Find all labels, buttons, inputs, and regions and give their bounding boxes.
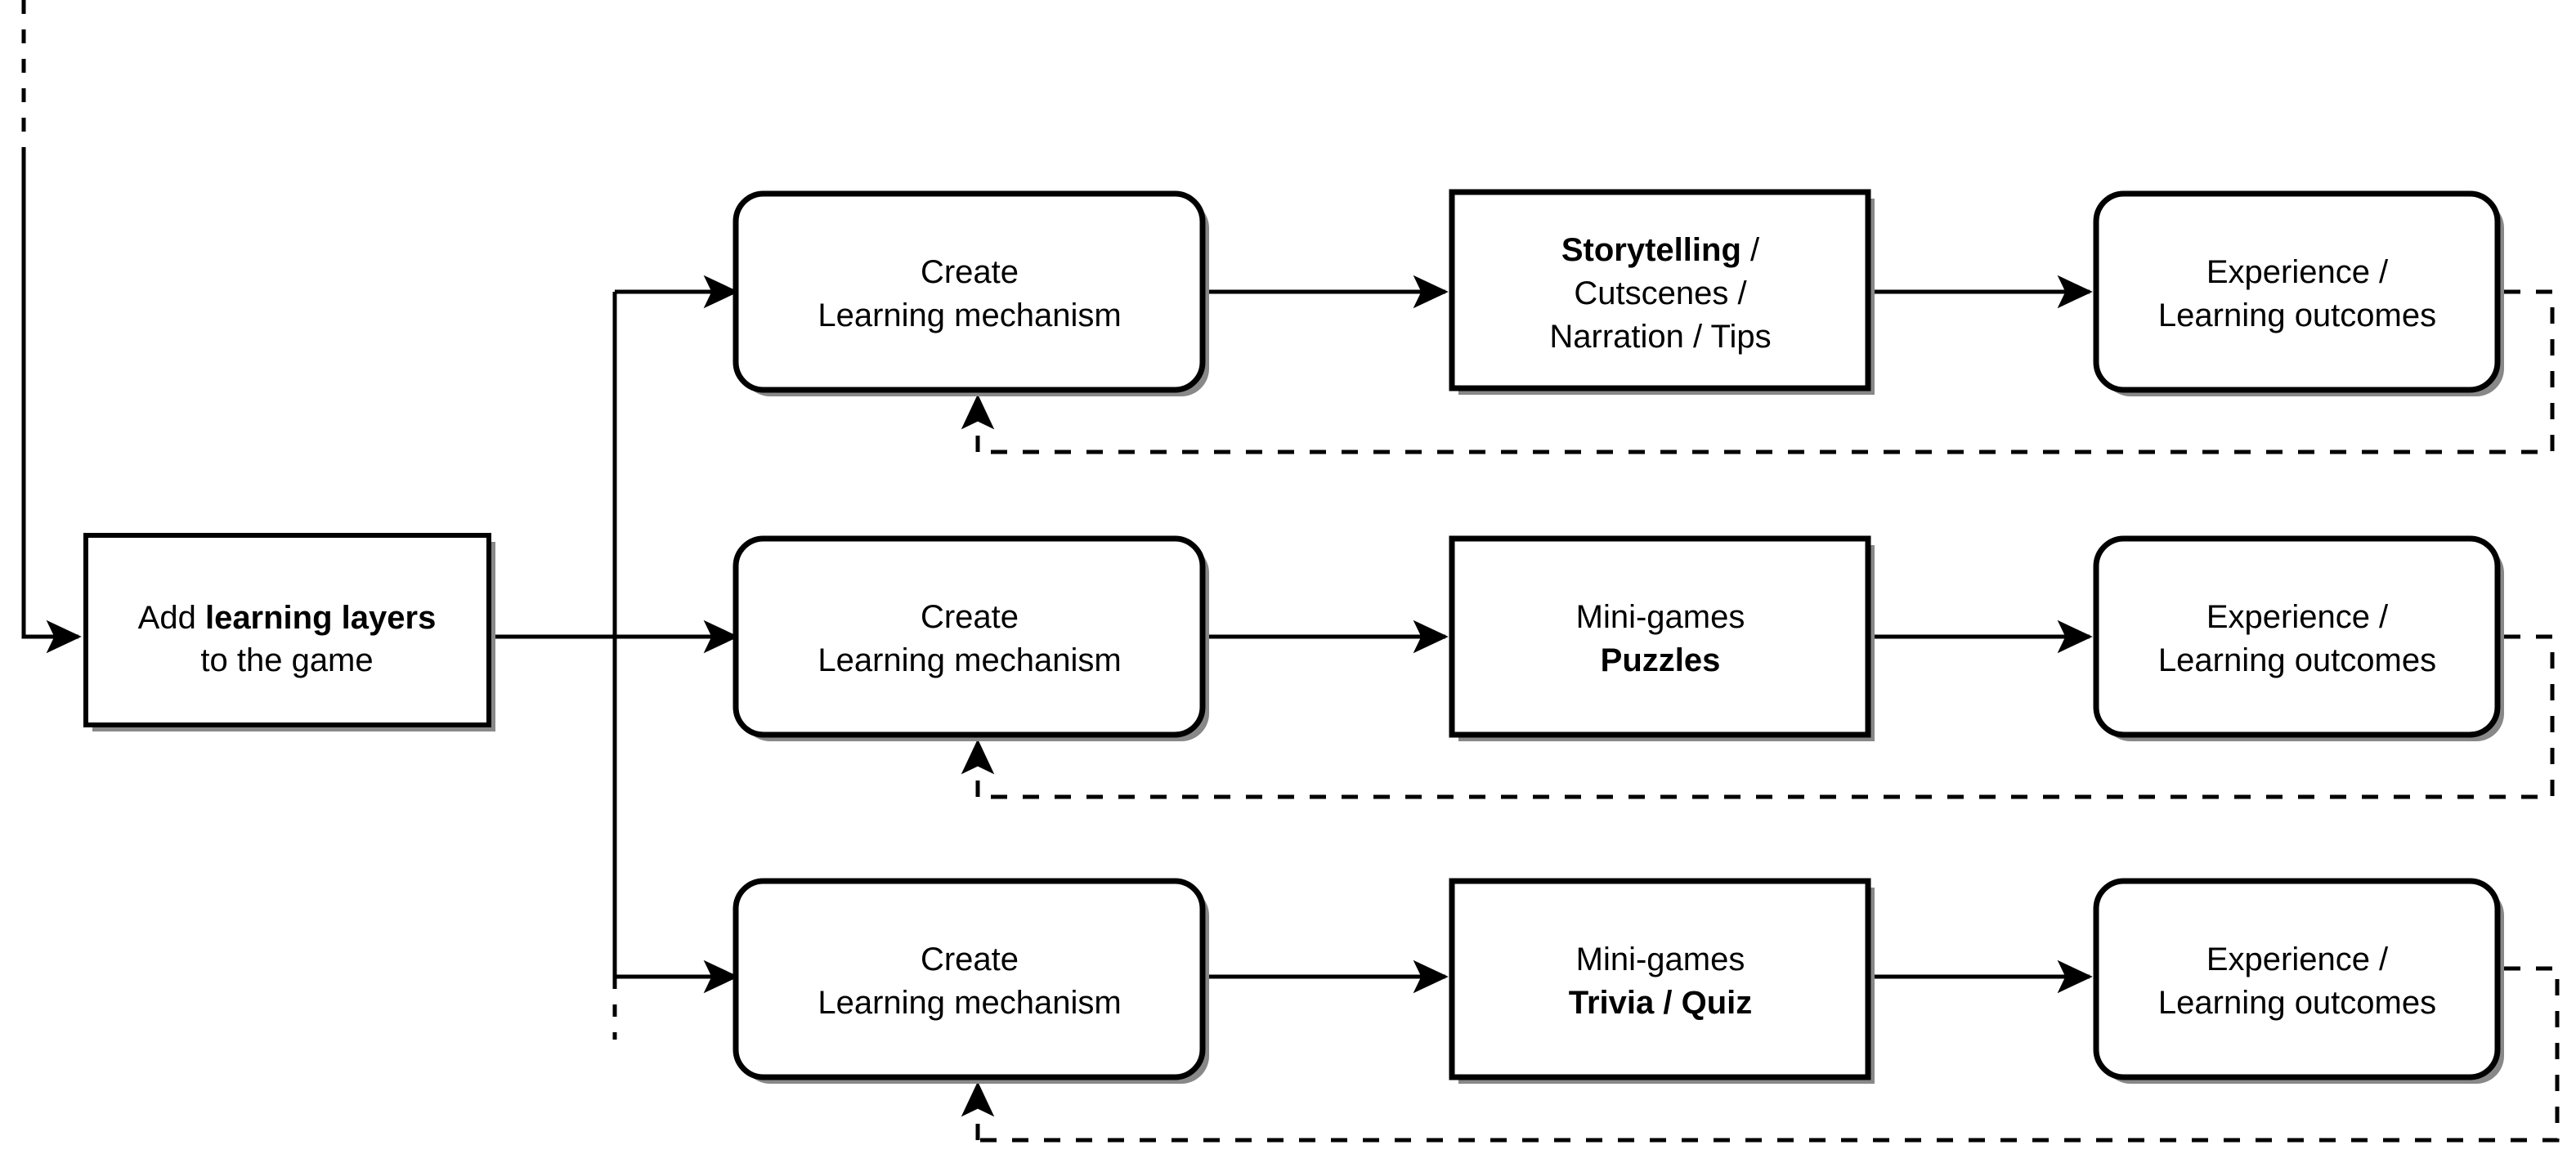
node-experience-learning-outcomes-row3[interactable]: Experience / Learning outcomes [2093, 878, 2504, 1084]
outcome-row2-box [2093, 535, 2501, 738]
outcome-row1-line-1: Experience / [2206, 254, 2389, 290]
outcome-row2-line-2: Learning outcomes [2158, 642, 2436, 678]
mechanism-row2-box [732, 535, 1206, 738]
outcome-row3-box [2093, 878, 2501, 1080]
outcome-row1-box [2093, 190, 2501, 393]
edge-left-return-continuation [21, 0, 82, 654]
node-mini-games-trivia-quiz[interactable]: Mini-games Trivia / Quiz [1449, 878, 1875, 1084]
source-box-line-2: to the game [200, 642, 373, 678]
mechanism-row2-line-1: Create [921, 599, 1019, 635]
outcome-row1-line-2: Learning outcomes [2158, 297, 2436, 333]
source-box-line-1: Add learning layers [138, 600, 437, 636]
activity-row2-box [1449, 535, 1871, 738]
mechanism-row1-line-2: Learning mechanism [818, 297, 1121, 333]
outcome-row2-line-1: Experience / [2206, 599, 2389, 635]
node-experience-learning-outcomes-row2[interactable]: Experience / Learning outcomes [2093, 535, 2504, 741]
node-storytelling-cutscenes-narration-tips[interactable]: Storytelling / Cutscenes / Narration / T… [1449, 189, 1875, 395]
activity-row2-line-1: Mini-games [1576, 599, 1745, 635]
mechanism-row3-line-1: Create [921, 942, 1019, 977]
incoming-to-source-arrow [21, 160, 82, 654]
activity-row3-box [1449, 878, 1871, 1080]
mechanism-row2-line-2: Learning mechanism [818, 642, 1121, 678]
outcome-row3-line-2: Learning outcomes [2158, 985, 2436, 1021]
node-add-learning-layers[interactable]: Add learning layers to the game [83, 533, 495, 731]
activity-row1-line-1: Storytelling / [1561, 232, 1760, 268]
mechanism-row1-line-1: Create [921, 254, 1019, 290]
flow-diagram: Add learning layers to the game Create L… [0, 0, 2576, 1163]
node-mini-games-puzzles[interactable]: Mini-games Puzzles [1449, 535, 1875, 741]
activity-row3-line-2: Trivia / Quiz [1569, 985, 1753, 1021]
diagram-canvas: Add learning layers to the game Create L… [21, 0, 2560, 1143]
mechanism-row1-box [732, 190, 1206, 393]
mechanism-row3-line-2: Learning mechanism [818, 985, 1121, 1021]
mechanism-row3-box [732, 878, 1206, 1080]
activity-row2-line-2: Puzzles [1601, 642, 1721, 678]
node-experience-learning-outcomes-row1[interactable]: Experience / Learning outcomes [2093, 190, 2504, 396]
activity-row3-line-1: Mini-games [1576, 942, 1745, 977]
activity-row1-line-3: Narration / Tips [1549, 319, 1771, 355]
outcome-row3-line-1: Experience / [2206, 942, 2389, 977]
node-create-learning-mechanism-row3[interactable]: Create Learning mechanism [732, 878, 1209, 1084]
node-create-learning-mechanism-row2[interactable]: Create Learning mechanism [732, 535, 1209, 741]
node-create-learning-mechanism-row1[interactable]: Create Learning mechanism [732, 190, 1209, 396]
activity-row1-line-2: Cutscenes / [1574, 275, 1747, 311]
